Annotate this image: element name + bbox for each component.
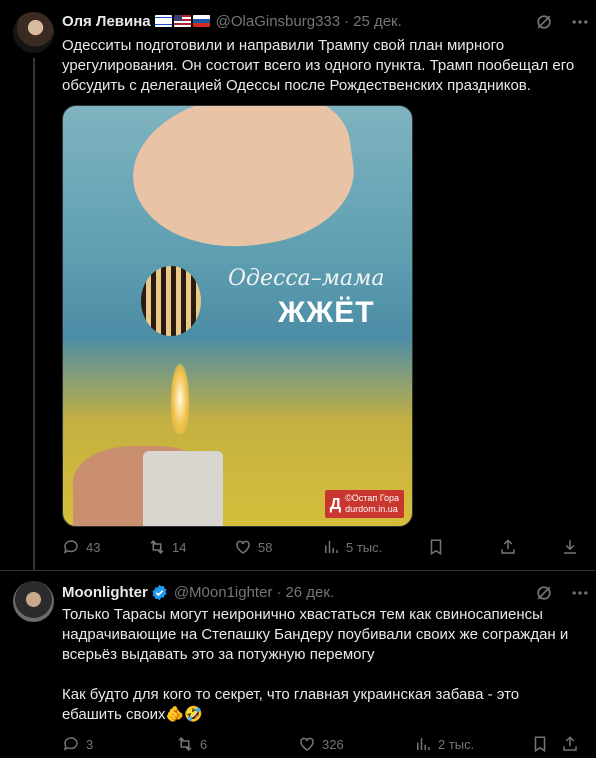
views-icon (417, 738, 430, 750)
separator: · (344, 12, 350, 30)
repost-count: 14 (172, 539, 187, 555)
repost-count: 6 (200, 736, 208, 752)
tweet-1[interactable]: Оля Левина @OlaGinsburg333 · 25 дек. Оде… (0, 0, 596, 570)
reply-count: 43 (86, 539, 101, 555)
author-handle[interactable]: @M0on1ighter (174, 584, 273, 601)
watermark-letter: Д (329, 495, 342, 513)
download-icon (564, 540, 576, 554)
reply-icon (63, 540, 78, 554)
image-beetle (141, 266, 201, 336)
flag-usa-icon (173, 15, 191, 27)
share-button[interactable] (499, 538, 517, 556)
author-flags (154, 15, 210, 27)
tweet-date[interactable]: 25 дек. (353, 13, 402, 30)
tweet-top-icons (534, 12, 590, 37)
like-count: 326 (322, 736, 344, 752)
repost-icon (178, 736, 192, 752)
image-hand (123, 106, 363, 261)
image-caption-line1: Одесса–мама (228, 266, 385, 291)
bookmark-button[interactable] (531, 735, 549, 753)
watermark-line1: ©Остап Гора (345, 493, 399, 503)
tweet-date[interactable]: 26 дек. (285, 584, 334, 601)
watermark-line2: durdom.in.ua (345, 504, 398, 514)
avatar[interactable] (13, 581, 54, 622)
views-button[interactable]: 2 тыс. (414, 735, 474, 753)
share-icon (501, 539, 515, 554)
image-caption-line2: ЖЖЁТ (278, 296, 375, 329)
bookmark-icon (430, 539, 442, 556)
verified-badge-icon (151, 584, 168, 601)
flag-israel-icon (154, 15, 172, 27)
like-count: 58 (258, 539, 273, 555)
tweet-image[interactable]: Одесса–мама ЖЖЁТ Д ©Остап Гора durdom.in… (62, 105, 413, 527)
tweet-text-paragraph-2: Как будто для кого то секрет, что главна… (62, 686, 520, 723)
tweet-header: Moonlighter @M0on1ighter · 26 дек. (62, 582, 334, 602)
author-handle[interactable]: @OlaGinsburg333 (216, 13, 340, 30)
bookmark-icon (534, 736, 546, 753)
repost-button[interactable]: 6 (176, 735, 207, 753)
image-flame (171, 364, 189, 434)
tweet-header: Оля Левина @OlaGinsburg333 · 25 дек. (62, 11, 402, 31)
like-icon (300, 737, 314, 751)
tweet-text-paragraph-1: Только Тарасы могут неиронично хвастатьс… (62, 606, 569, 663)
views-button[interactable]: 5 тыс. (322, 538, 382, 556)
tweet-actions: 43 14 58 5 тыс. (62, 538, 582, 558)
views-icon (325, 541, 338, 553)
image-lighter (143, 451, 223, 526)
repost-button[interactable]: 14 (148, 538, 186, 556)
tweet-actions: 3 6 326 2 тыс. (62, 735, 582, 755)
reply-button[interactable]: 3 (62, 735, 93, 753)
avatar[interactable] (13, 12, 54, 53)
tweet-text: Одесситы подготовили и направили Трампу … (62, 37, 575, 94)
image-watermark: Д ©Остап Гора durdom.in.ua (324, 490, 404, 518)
repost-icon (150, 539, 164, 555)
views-count: 5 тыс. (346, 539, 383, 555)
reply-count: 3 (86, 736, 94, 752)
author-name[interactable]: Оля Левина (62, 13, 151, 30)
grok-icon[interactable] (534, 12, 554, 37)
reply-icon (63, 737, 78, 751)
author-name[interactable]: Moonlighter (62, 584, 148, 601)
like-button[interactable]: 58 (234, 538, 272, 556)
thread-line (33, 58, 35, 570)
download-button[interactable] (561, 538, 579, 556)
more-icon[interactable] (570, 12, 590, 37)
share-icon (563, 736, 577, 751)
reply-button[interactable]: 43 (62, 538, 100, 556)
flag-russia-icon (192, 15, 210, 27)
share-button[interactable] (561, 735, 579, 753)
like-button[interactable]: 326 (298, 735, 344, 753)
like-icon (236, 540, 250, 554)
bookmark-button[interactable] (427, 538, 445, 556)
views-count: 2 тыс. (438, 736, 475, 752)
tweet-2[interactable]: Moonlighter @M0on1ighter · 26 дек. Тольк… (0, 570, 596, 758)
separator: · (276, 583, 282, 601)
